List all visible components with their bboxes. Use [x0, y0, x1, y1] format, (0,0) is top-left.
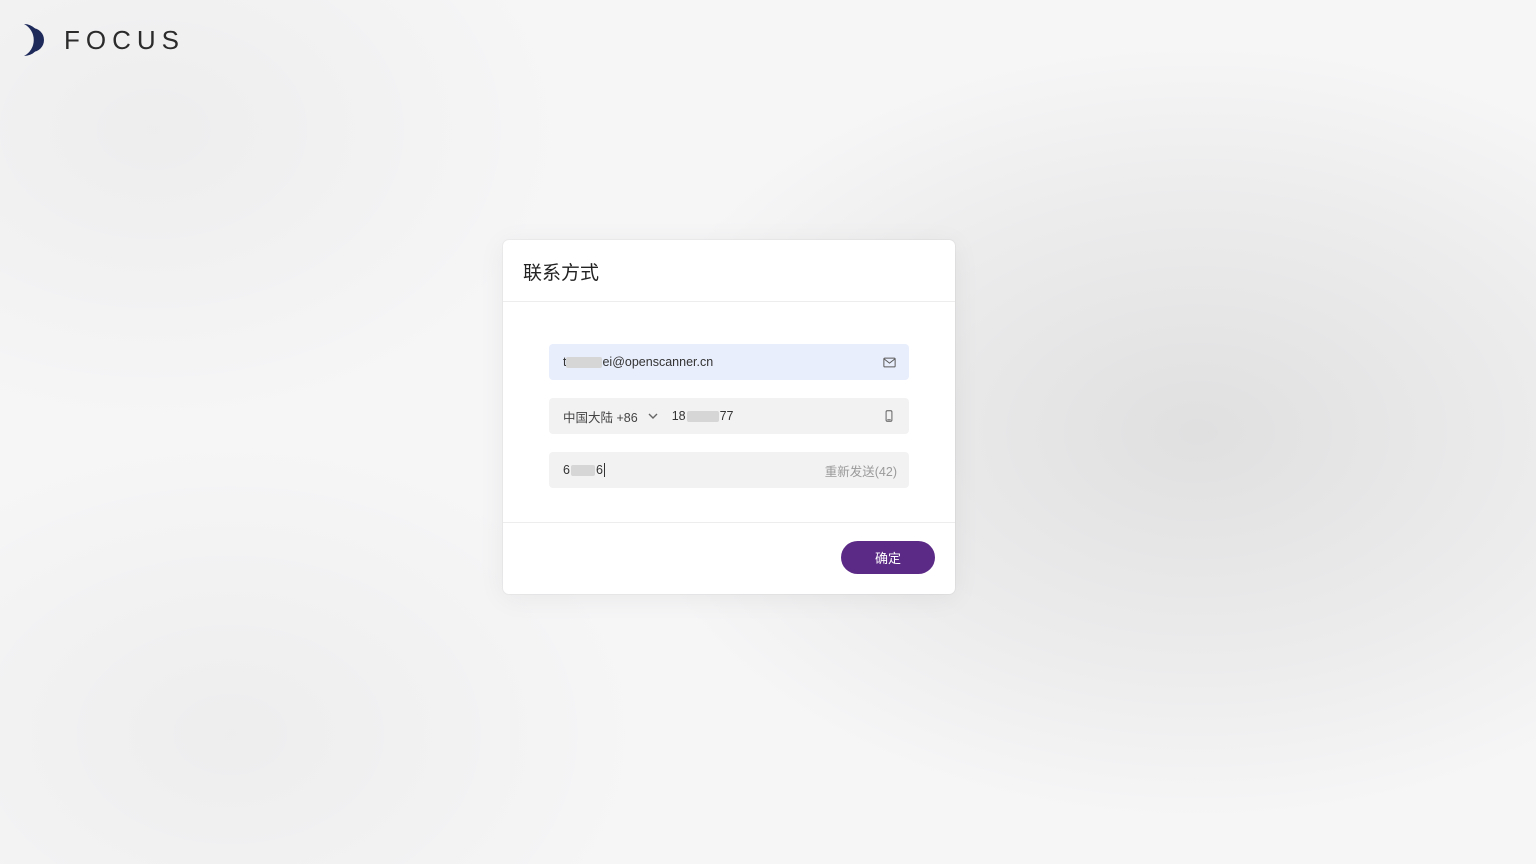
resend-countdown[interactable]: 重新发送(42) — [825, 461, 897, 480]
email-suffix: ei@openscanner.cn — [602, 355, 713, 369]
email-mask — [566, 357, 602, 368]
code-mask — [571, 465, 595, 476]
phone-value: 1877 — [672, 409, 734, 423]
code-prefix: 6 — [563, 463, 570, 477]
phone-icon — [881, 408, 897, 424]
phone-mask — [687, 411, 719, 422]
country-code-select[interactable]: 中国大陆 +86 — [563, 407, 658, 426]
code-value: 66 — [563, 463, 605, 478]
phone-field[interactable]: 中国大陆 +86 1877 — [549, 398, 909, 434]
verification-code-field[interactable]: 66 重新发送(42) — [549, 452, 909, 488]
code-suffix: 6 — [596, 463, 603, 477]
card-title: 联系方式 — [523, 258, 935, 285]
logo-mark-icon — [20, 22, 52, 58]
chevron-down-icon — [648, 411, 658, 421]
country-code-label: 中国大陆 +86 — [563, 407, 638, 426]
brand-logo: FOCUS — [20, 22, 185, 58]
email-value: tei@openscanner.cn — [563, 355, 713, 369]
phone-suffix: 77 — [720, 409, 734, 423]
mail-icon — [881, 354, 897, 370]
card-footer: 确定 — [503, 522, 955, 594]
email-field[interactable]: tei@openscanner.cn — [549, 344, 909, 380]
text-cursor — [604, 463, 605, 477]
brand-name: FOCUS — [64, 25, 185, 56]
confirm-button[interactable]: 确定 — [841, 541, 935, 574]
contact-card: 联系方式 tei@openscanner.cn 中国大陆 +86 — [503, 240, 955, 594]
card-header: 联系方式 — [503, 240, 955, 302]
phone-prefix: 18 — [672, 409, 686, 423]
card-body: tei@openscanner.cn 中国大陆 +86 1877 — [503, 302, 955, 522]
